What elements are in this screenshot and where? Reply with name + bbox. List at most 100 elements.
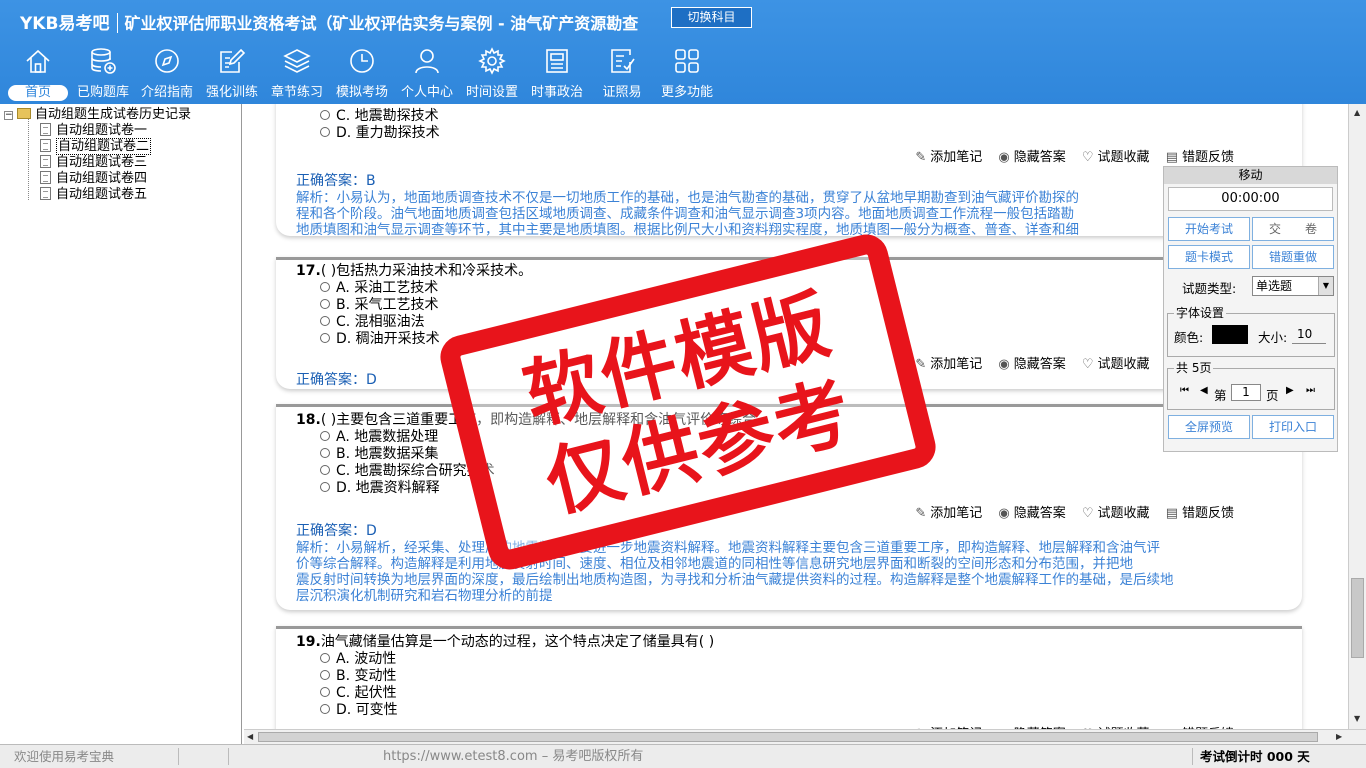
copyright-text: https://www.etest8.com – 易考吧版权所有 bbox=[383, 749, 644, 764]
horizontal-scrollbar[interactable]: ◀ ▶ bbox=[244, 729, 1366, 744]
submit-paper-button[interactable]: 交 卷 bbox=[1252, 217, 1334, 241]
question-type-select[interactable]: 单选题 ▼ bbox=[1252, 276, 1334, 296]
radio-button[interactable] bbox=[320, 110, 330, 120]
nav-affairs-label: 时事政治 bbox=[530, 85, 583, 100]
scroll-up-icon[interactable]: ▲ bbox=[1354, 108, 1360, 117]
fullscreen-preview-button[interactable]: 全屏预览 bbox=[1168, 415, 1250, 439]
radio-button[interactable] bbox=[320, 704, 330, 714]
eye-icon: ◉ bbox=[998, 150, 1010, 165]
option-b[interactable]: B. 变动性 bbox=[296, 668, 1282, 685]
radio-button[interactable] bbox=[320, 482, 330, 492]
hide-answer-button[interactable]: ◉隐藏答案 bbox=[998, 357, 1065, 372]
nav-purchased-banks[interactable]: 已购题库 bbox=[71, 46, 135, 104]
card-mode-button[interactable]: 题卡模式 bbox=[1168, 245, 1250, 269]
size-label: 大小: bbox=[1258, 330, 1288, 345]
start-exam-button[interactable]: 开始考试 bbox=[1168, 217, 1250, 241]
tree-item-paper-5[interactable]: 自动组题试卷五 bbox=[40, 187, 147, 203]
favorite-button[interactable]: ♡试题收藏 bbox=[1082, 357, 1150, 372]
status-bar: 欢迎使用易考宝典 https://www.etest8.com – 易考吧版权所… bbox=[0, 744, 1366, 768]
next-page-icon[interactable]: ▶ bbox=[1286, 385, 1294, 396]
font-color-swatch[interactable] bbox=[1212, 325, 1248, 344]
nav-guide-label: 介绍指南 bbox=[140, 85, 193, 100]
radio-button[interactable] bbox=[320, 299, 330, 309]
radio-button[interactable] bbox=[320, 653, 330, 663]
option-d[interactable]: D. 可变性 bbox=[296, 702, 1282, 719]
option-a[interactable]: A. 波动性 bbox=[296, 651, 1282, 668]
option-text: C. 地震勘探技术 bbox=[336, 108, 439, 124]
radio-button[interactable] bbox=[320, 127, 330, 137]
nav-home[interactable]: 首页 bbox=[6, 46, 70, 104]
question-actions: ✎添加笔记 ◉隐藏答案 ♡试题收藏 ▤错题反馈 bbox=[903, 502, 1234, 521]
first-page-icon[interactable]: ⏮ bbox=[1180, 385, 1189, 396]
app-header: YKB易考吧 矿业权评估师职业资格考试（矿业权评估实务与案例 - 油气矿产资源勘查… bbox=[0, 0, 1366, 104]
radio-button[interactable] bbox=[320, 670, 330, 680]
vertical-scrollbar[interactable]: ▲ ▼ bbox=[1348, 104, 1366, 730]
tree-item-paper-3[interactable]: 自动组题试卷三 bbox=[40, 155, 147, 171]
switch-subject-button[interactable]: 切换科目 bbox=[671, 7, 752, 28]
redo-wrong-button[interactable]: 错题重做 bbox=[1252, 245, 1334, 269]
prev-page-icon[interactable]: ◀ bbox=[1200, 385, 1208, 396]
app-title: YKB易考吧 矿业权评估师职业资格考试（矿业权评估实务与案例 - 油气矿产资源勘查 bbox=[20, 9, 638, 34]
radio-button[interactable] bbox=[320, 431, 330, 441]
scroll-left-icon[interactable]: ◀ bbox=[247, 732, 253, 741]
news-icon bbox=[546, 49, 568, 73]
scroll-down-icon[interactable]: ▼ bbox=[1354, 714, 1360, 723]
hide-answer-button[interactable]: ◉隐藏答案 bbox=[998, 506, 1065, 521]
nav-intensive-training[interactable]: 强化训练 bbox=[200, 46, 264, 104]
report-icon: ▤ bbox=[1165, 506, 1178, 521]
compass-icon bbox=[155, 49, 179, 73]
nav-current-affairs[interactable]: 时事政治 bbox=[525, 46, 589, 104]
radio-button[interactable] bbox=[320, 333, 330, 343]
report-error-button[interactable]: ▤错题反馈 bbox=[1166, 506, 1234, 521]
radio-button[interactable] bbox=[320, 465, 330, 475]
page-number-input[interactable]: 1 bbox=[1231, 384, 1261, 401]
question-actions: ✎添加笔记 ◉隐藏答案 ♡试题收藏 ▤错题反馈 bbox=[903, 146, 1234, 165]
radio-button[interactable] bbox=[320, 448, 330, 458]
radio-button[interactable] bbox=[320, 282, 330, 292]
add-note-button[interactable]: ✎添加笔记 bbox=[915, 150, 982, 165]
question-card-16: C. 地震勘探技术 D. 重力勘探技术 ✎ 添加笔记 ◉ 隐藏答案 ♡ 试题收藏 ▤ 错… bbox=[276, 104, 1302, 238]
report-error-button[interactable]: ▤错题反馈 bbox=[1166, 150, 1234, 165]
exam-control-panel: 移动 00:00:00 开始考试 交 卷 题卡模式 错题重做 试题类型: 单选题… bbox=[1163, 166, 1338, 452]
scroll-thumb[interactable] bbox=[1351, 578, 1364, 658]
nav-personal-center[interactable]: 个人中心 bbox=[395, 46, 459, 104]
nav-certificates[interactable]: 证照易 bbox=[590, 46, 654, 104]
nav-more[interactable]: 更多功能 bbox=[655, 46, 719, 104]
radio-button[interactable] bbox=[320, 687, 330, 697]
chevron-down-icon[interactable]: ▼ bbox=[1318, 277, 1333, 295]
hide-answer-button[interactable]: ◉隐藏答案 bbox=[998, 150, 1065, 165]
tree-item-label: 自动组题试卷二 bbox=[56, 138, 152, 155]
scroll-right-icon[interactable]: ▶ bbox=[1336, 732, 1342, 741]
option-d[interactable]: D. 重力勘探技术 bbox=[296, 125, 1282, 142]
collapse-icon[interactable]: − bbox=[4, 111, 13, 120]
status-divider bbox=[1192, 748, 1193, 765]
nav-mock-exam[interactable]: 模拟考场 bbox=[330, 46, 394, 104]
color-label: 颜色: bbox=[1174, 330, 1204, 345]
option-c[interactable]: C. 起伏性 bbox=[296, 685, 1282, 702]
edit-icon bbox=[220, 48, 246, 73]
pagination-group: 共 5页 ⏮ ◀ 第 1 页 ▶ ⏭ bbox=[1167, 361, 1335, 410]
tree-item-paper-4[interactable]: 自动组题试卷四 bbox=[40, 171, 147, 187]
tree-item-paper-1[interactable]: 自动组题试卷一 bbox=[40, 123, 147, 139]
favorite-button[interactable]: ♡试题收藏 bbox=[1082, 506, 1150, 521]
print-button[interactable]: 打印入口 bbox=[1252, 415, 1334, 439]
option-c[interactable]: C. 地震勘探技术 bbox=[296, 108, 1282, 125]
exam-title: 矿业权评估师职业资格考试（矿业权评估实务与案例 - 油气矿产资源勘查 bbox=[124, 14, 639, 33]
tree-item-paper-2[interactable]: 自动组题试卷二 bbox=[40, 138, 152, 155]
document-icon bbox=[40, 187, 51, 200]
tree-item-label: 自动组题试卷五 bbox=[56, 187, 148, 202]
heart-icon: ♡ bbox=[1081, 357, 1094, 372]
nav-chapter-practice[interactable]: 章节练习 bbox=[265, 46, 329, 104]
scroll-thumb[interactable] bbox=[258, 732, 1318, 742]
radio-button[interactable] bbox=[320, 316, 330, 326]
add-note-button[interactable]: ✎添加笔记 bbox=[915, 357, 982, 372]
favorite-button[interactable]: ♡试题收藏 bbox=[1082, 150, 1150, 165]
nav-mock-label: 模拟考场 bbox=[335, 85, 388, 100]
panel-drag-handle[interactable]: 移动 bbox=[1164, 167, 1337, 184]
font-size-input[interactable]: 10 bbox=[1292, 325, 1326, 344]
last-page-icon[interactable]: ⏭ bbox=[1306, 385, 1315, 396]
tree-root[interactable]: − 自动组题生成试卷历史记录 bbox=[4, 107, 191, 123]
add-note-button[interactable]: ✎添加笔记 bbox=[915, 506, 982, 521]
nav-time-settings[interactable]: 时间设置 bbox=[460, 46, 524, 104]
nav-guide[interactable]: 介绍指南 bbox=[135, 46, 199, 104]
